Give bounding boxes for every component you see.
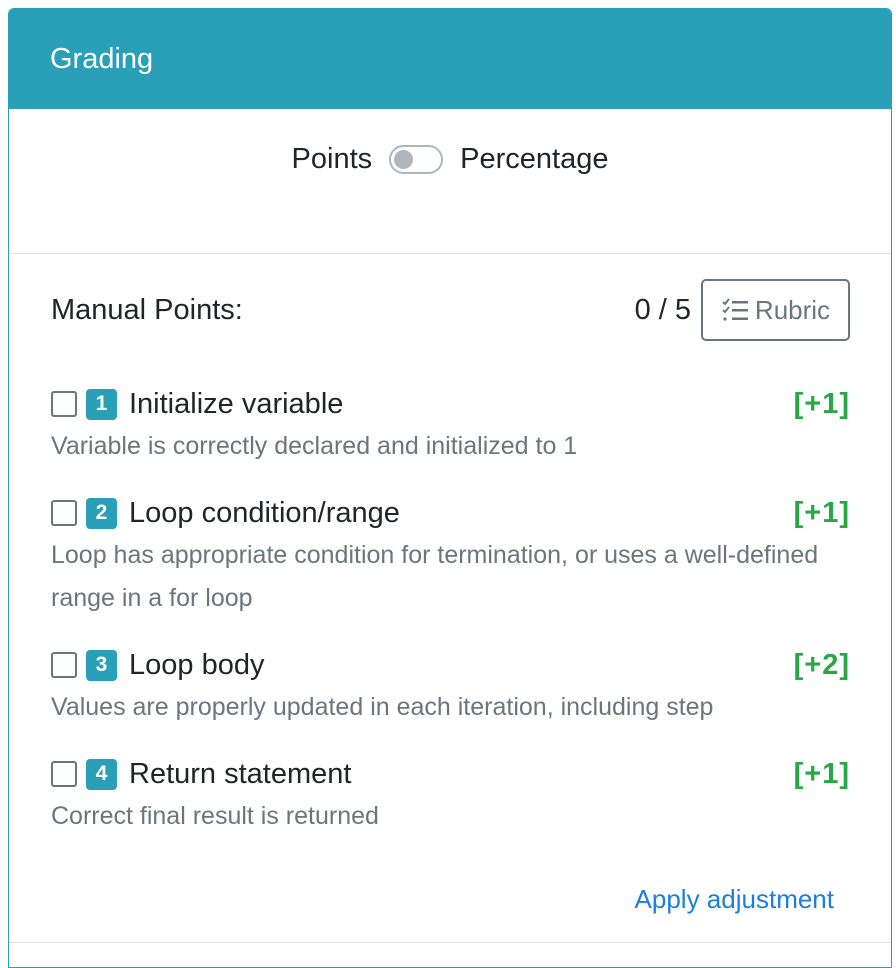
switch-knob: [394, 150, 414, 169]
rubric-item-number-badge: 4: [86, 758, 117, 790]
rubric-item-checkbox[interactable]: [51, 652, 77, 678]
rubric-item-checkbox[interactable]: [51, 391, 77, 417]
card-header: Grading: [9, 9, 891, 109]
rubric-item-number-badge: 1: [86, 388, 117, 420]
rubric-item-description: Correct final result is returned: [51, 802, 379, 830]
rubric-item: 3 Loop body [+2] Values are properly upd…: [51, 646, 850, 729]
rubric-button-label: Rubric: [754, 294, 831, 325]
rubric-item-points: [+1]: [793, 496, 850, 529]
manual-points-row: Manual Points: 0 / 5 Rubric: [51, 279, 850, 341]
rubric-item: 1 Initialize variable [+1] Variable is c…: [51, 385, 850, 468]
rubric-item-number-badge: 3: [86, 649, 117, 681]
rubric-item-number-badge: 2: [86, 497, 117, 529]
grading-card: Grading Points Percentage Manual Points:…: [8, 8, 892, 968]
points-percentage-switch[interactable]: [389, 145, 444, 174]
manual-points-label: Manual Points:: [51, 293, 243, 326]
rubric-item: 4 Return statement [+1] Correct final re…: [51, 755, 850, 838]
rubric-item-checkbox[interactable]: [51, 500, 77, 526]
rubric-button[interactable]: Rubric: [701, 279, 850, 341]
rubric-item-points: [+2]: [793, 648, 850, 681]
rubric-item-checkbox[interactable]: [51, 761, 77, 787]
rubric-item-description: Loop has appropriate condition for termi…: [51, 541, 819, 612]
card-footer-divider: [9, 942, 891, 943]
manual-points-score: 0 / 5: [634, 293, 691, 326]
rubric-item-title: Initialize variable: [129, 387, 344, 420]
apply-adjustment-link[interactable]: Apply adjustment: [635, 884, 834, 915]
points-percentage-toggle-row: Points Percentage: [9, 109, 891, 254]
card-title: Grading: [50, 42, 154, 75]
checklist-icon: [722, 298, 748, 321]
rubric-item-description: Variable is correctly declared and initi…: [51, 432, 578, 460]
toggle-label-points: Points: [291, 143, 373, 175]
rubric-item-title: Loop body: [129, 648, 265, 681]
rubric-item: 2 Loop condition/range [+1] Loop has app…: [51, 494, 850, 620]
rubric-item-points: [+1]: [793, 387, 850, 420]
grading-body: Manual Points: 0 / 5 Rubric 1 Initialize…: [9, 279, 891, 914]
rubric-item-title: Return statement: [129, 757, 352, 790]
rubric-item-description: Values are properly updated in each iter…: [51, 693, 714, 721]
rubric-item-points: [+1]: [793, 757, 850, 790]
rubric-item-title: Loop condition/range: [129, 496, 400, 529]
toggle-label-percentage: Percentage: [460, 143, 609, 175]
